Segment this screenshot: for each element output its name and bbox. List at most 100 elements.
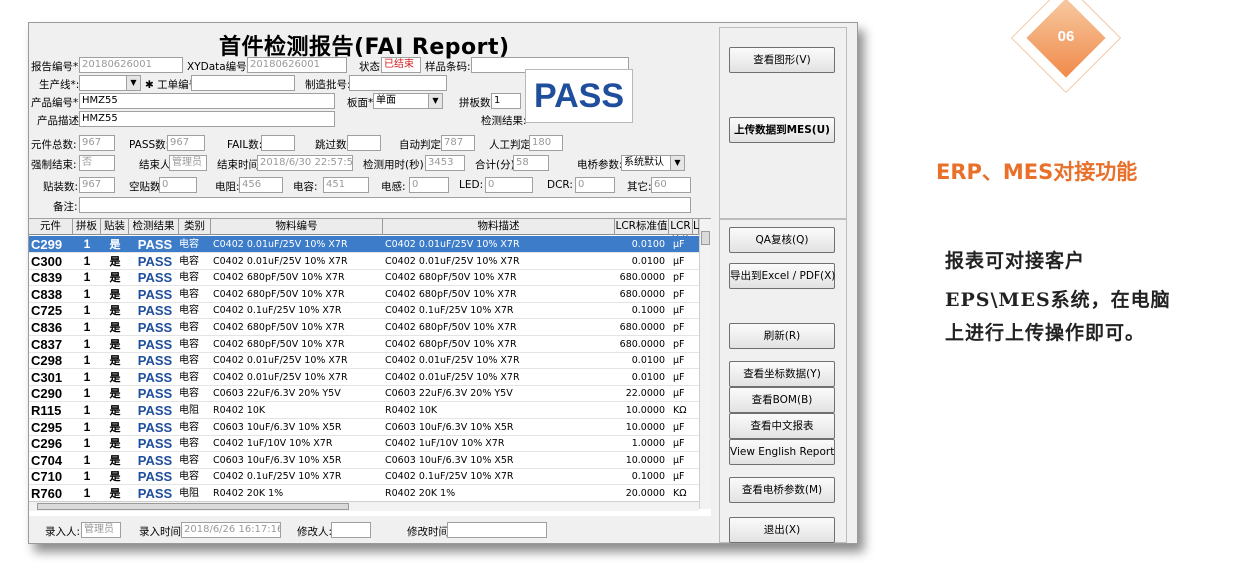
cell-lcr-value: 680.0000 <box>619 272 665 284</box>
cell-lcr-unit: pF <box>673 288 685 300</box>
chevron-down-icon[interactable]: ▼ <box>670 156 684 170</box>
cell-part-no: R0402 20K 1% <box>213 488 284 499</box>
cell-type: 电容 <box>179 438 199 450</box>
cell-result: PASS <box>137 286 173 302</box>
cell-part-no: C0402 0.01uF/25V 10% X7R <box>213 255 348 267</box>
cell-lcr-value: 0.0100 <box>631 355 665 367</box>
horizontal-scrollbar[interactable] <box>29 501 699 511</box>
table-row[interactable]: R115 1 是 PASS 电阻 R0402 10K R0402 10K 10.0000 KΩ <box>29 402 699 419</box>
status-field: 已结束 <box>381 57 421 73</box>
table-row[interactable]: C836 1 是 PASS 电容 C0402 680pF/50V 10% X7R C0402… <box>29 319 699 336</box>
upload-mes-button[interactable]: 上传数据到MES(U) <box>729 117 835 143</box>
col-header-lcr-unit[interactable]: LCR单位 <box>669 219 693 247</box>
ender-field: 管理员 <box>169 155 207 171</box>
col-header-lcr-value[interactable]: LCR标准值 <box>615 219 669 235</box>
col-header-mount[interactable]: 贴装 <box>101 219 129 235</box>
col-header-result[interactable]: 检测结果 <box>129 219 179 235</box>
view-coords-button[interactable]: 查看坐标数据(Y) <box>729 361 835 387</box>
qa-review-button[interactable]: QA复核(Q) <box>729 227 835 253</box>
batch-field[interactable] <box>349 75 447 91</box>
promo-line: 报表可对接客户 <box>945 250 1086 272</box>
table-row[interactable]: C837 1 是 PASS 电容 C0402 680pF/50V 10% X7R C0402… <box>29 336 699 353</box>
inductor-label: 电感: <box>381 181 406 193</box>
mounted-label: 贴装数: <box>43 181 79 193</box>
cell-type: 电容 <box>179 288 199 300</box>
cell-part-desc: R0402 20K 1% <box>385 488 456 499</box>
chevron-down-icon[interactable]: ▼ <box>126 76 140 90</box>
cell-mount: 是 <box>109 271 121 285</box>
cell-part-desc: C0402 680pF/50V 10% X7R <box>385 338 517 350</box>
view-bom-button[interactable]: 查看BOM(B) <box>729 387 835 413</box>
view-bridge-button[interactable]: 查看电桥参数(M) <box>729 477 835 503</box>
refresh-button[interactable]: 刷新(R) <box>729 323 835 349</box>
dcr-field: 0 <box>575 177 615 193</box>
cell-lcr-unit: μF <box>673 438 685 450</box>
cell-part-desc: C0402 1uF/10V 10% X7R <box>385 438 505 450</box>
view-en-report-button[interactable]: View English Report <box>729 439 835 465</box>
remark-field[interactable] <box>79 197 691 213</box>
cell-part-desc: C0402 0.01uF/25V 10% X7R <box>385 255 520 267</box>
table-row[interactable]: C838 1 是 PASS 电容 C0402 680pF/50V 10% X7R C0402… <box>29 286 699 303</box>
product-no-field[interactable]: HMZ55 <box>79 93 335 109</box>
horizontal-scroll-thumb[interactable] <box>37 503 349 510</box>
cell-lcr-unit: μF <box>673 371 685 383</box>
table-row[interactable]: C704 1 是 PASS 电容 C0603 10uF/6.3V 10% X5R C0603… <box>29 452 699 469</box>
inspect-result-label: 检测结果: <box>481 115 527 127</box>
side-combo[interactable]: 单面 ▼ <box>373 93 443 109</box>
table-row[interactable]: C299 1 是 PASS 电容 C0402 0.01uF/25V 10% X7R C040… <box>29 236 699 253</box>
col-header-type[interactable]: 类别 <box>179 219 211 235</box>
table-row[interactable]: C298 1 是 PASS 电容 C0402 0.01uF/25V 10% X7R C040… <box>29 352 699 370</box>
work-order-field[interactable] <box>191 75 295 91</box>
component-table: 元件 拼板 贴装 检测结果 类别 物料编号 物料描述 LCR标准值 LCR单位 … <box>29 218 711 516</box>
cell-mount: 是 <box>109 287 121 301</box>
cell-component: C300 <box>31 253 63 269</box>
other-field: 60 <box>651 177 691 193</box>
cell-part-desc: C0402 680pF/50V 10% X7R <box>385 288 517 300</box>
exit-button[interactable]: 退出(X) <box>729 517 835 543</box>
report-no-field[interactable]: 20180626001 <box>79 57 183 73</box>
cell-type: 电容 <box>179 322 199 333</box>
table-row[interactable]: C301 1 是 PASS 电容 C0402 0.01uF/25V 10% X7R C040… <box>29 369 699 386</box>
panels-field[interactable]: 1 <box>491 93 521 109</box>
dcr-label: DCR: <box>547 179 573 191</box>
side-value: 单面 <box>376 95 396 106</box>
sample-label: 样品条码: <box>425 61 471 73</box>
col-header-part-no[interactable]: 物料编号 <box>211 219 383 235</box>
col-header-component[interactable]: 元件 <box>29 219 73 235</box>
line-combo[interactable]: ▼ <box>79 75 141 91</box>
overall-pass-indicator: PASS <box>525 69 633 123</box>
export-button[interactable]: 导出到Excel / PDF(X) <box>729 263 835 289</box>
bridge-combo[interactable]: 系统默认 ▼ <box>621 155 685 171</box>
cell-lcr-unit: μF <box>673 355 685 367</box>
table-row[interactable]: C300 1 是 PASS 电容 C0402 0.01uF/25V 10% X7R C040… <box>29 253 699 270</box>
cell-lcr-value: 1.0000 <box>631 438 665 450</box>
cell-part-desc: C0402 0.01uF/25V 10% X7R <box>385 239 520 250</box>
view-cn-report-button[interactable]: 查看中文报表 <box>729 413 835 439</box>
vertical-scroll-thumb[interactable] <box>701 231 710 245</box>
chevron-down-icon[interactable]: ▼ <box>428 94 442 108</box>
cell-component: R760 <box>31 486 63 501</box>
view-graph-button[interactable]: 查看图形(V) <box>729 47 835 73</box>
col-header-panel[interactable]: 拼板 <box>73 219 101 235</box>
table-row[interactable]: R760 1 是 PASS 电阻 R0402 20K 1% R0402 20K 1% 20.0… <box>29 485 699 502</box>
modifier-field <box>331 522 371 538</box>
col-header-part-desc[interactable]: 物料描述 <box>383 219 615 235</box>
cell-component: R115 <box>31 403 62 418</box>
auto-label: 自动判定: <box>399 139 445 151</box>
line-label: 生产线*: <box>39 79 80 91</box>
product-desc-field[interactable]: HMZ55 <box>79 111 335 127</box>
xydata-field[interactable]: 20180626001 <box>247 57 347 73</box>
table-row[interactable]: C290 1 是 PASS 电容 C0603 22uF/6.3V 20% Y5V C0603… <box>29 385 699 403</box>
cell-result: PASS <box>137 237 173 252</box>
table-row[interactable]: C725 1 是 PASS 电容 C0402 0.1uF/25V 10% X7R C0402… <box>29 302 699 320</box>
vertical-scrollbar[interactable] <box>699 219 711 509</box>
table-row[interactable]: C295 1 是 PASS 电容 C0603 10uF/6.3V 10% X5R C0603… <box>29 419 699 436</box>
promo-line: EPS\MES系统，在电脑 <box>945 289 1171 311</box>
cell-part-no: C0402 680pF/50V 10% X7R <box>213 288 345 300</box>
panels-label: 拼板数: <box>459 97 495 109</box>
table-row[interactable]: C839 1 是 PASS 电容 C0402 680pF/50V 10% X7R C0402… <box>29 269 699 287</box>
cell-result: PASS <box>137 469 173 485</box>
table-row[interactable]: C296 1 是 PASS 电容 C0402 1uF/10V 10% X7R C0402 1… <box>29 435 699 453</box>
table-row[interactable]: C710 1 是 PASS 电容 C0402 0.1uF/25V 10% X7R C0402… <box>29 468 699 486</box>
cell-lcr-value: 0.0100 <box>631 371 665 383</box>
